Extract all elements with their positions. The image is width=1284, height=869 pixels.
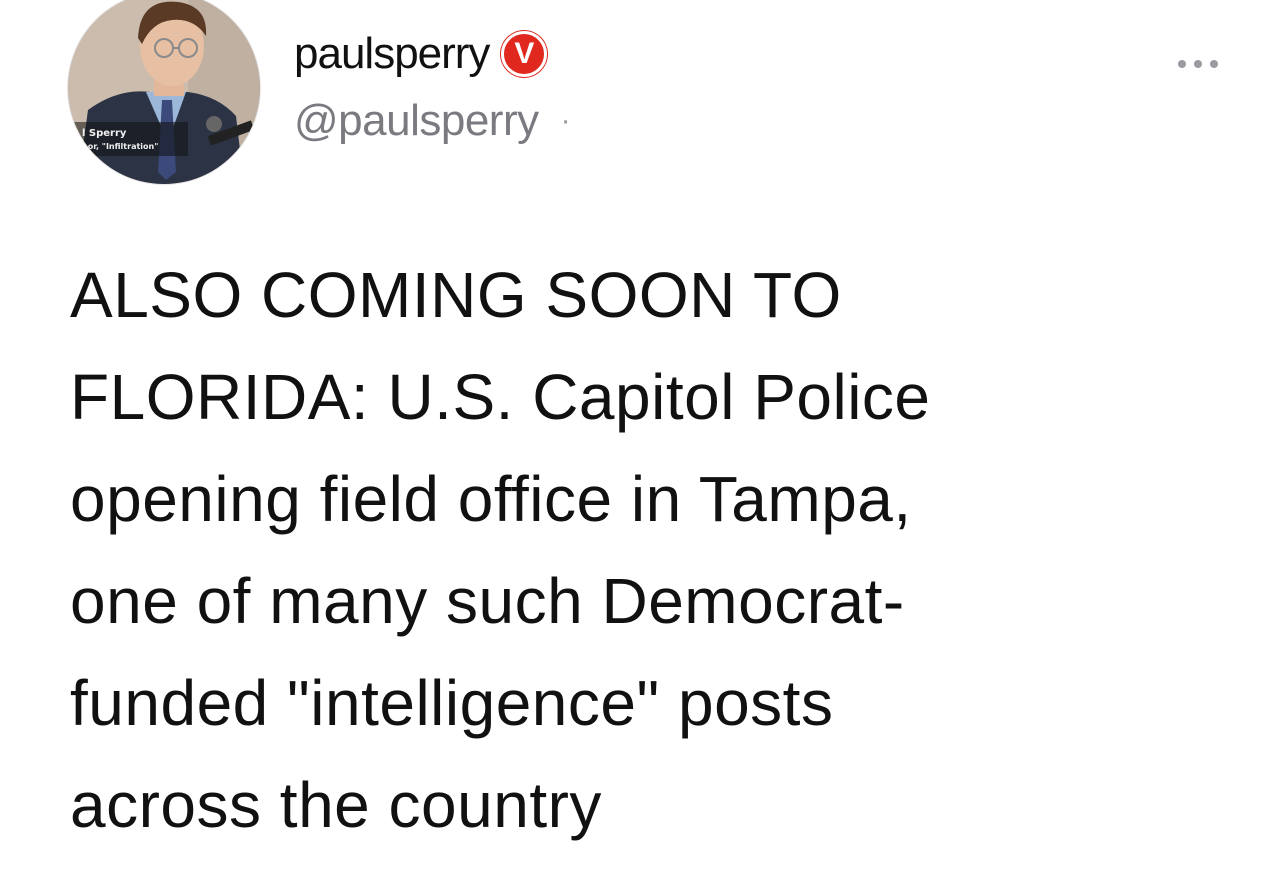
ellipsis-icon <box>1210 60 1218 68</box>
avatar-photo: l Sperry hor, "Infiltration" <box>68 0 260 184</box>
avatar[interactable]: l Sperry hor, "Infiltration" <box>68 0 260 184</box>
author-handle[interactable]: @paulsperry <box>294 96 539 146</box>
ellipsis-icon <box>1194 60 1202 68</box>
more-options-button[interactable] <box>1174 52 1222 76</box>
avatar-caption-line1: l Sperry <box>82 128 127 139</box>
post-card: l Sperry hor, "Infiltration" paulsperry … <box>0 0 1284 869</box>
post-body-text: ALSO COMING SOON TO FLORIDA: U.S. Capito… <box>70 259 931 841</box>
verified-badge-icon: V <box>501 31 548 77</box>
author-handle-row: @paulsperry · <box>294 94 571 148</box>
author-name-row: paulsperry V <box>294 26 548 82</box>
ellipsis-icon <box>1178 60 1186 68</box>
display-name[interactable]: paulsperry <box>294 29 490 79</box>
separator-dot: · <box>560 104 571 137</box>
avatar-caption-line2: hor, "Infiltration" <box>82 142 158 151</box>
